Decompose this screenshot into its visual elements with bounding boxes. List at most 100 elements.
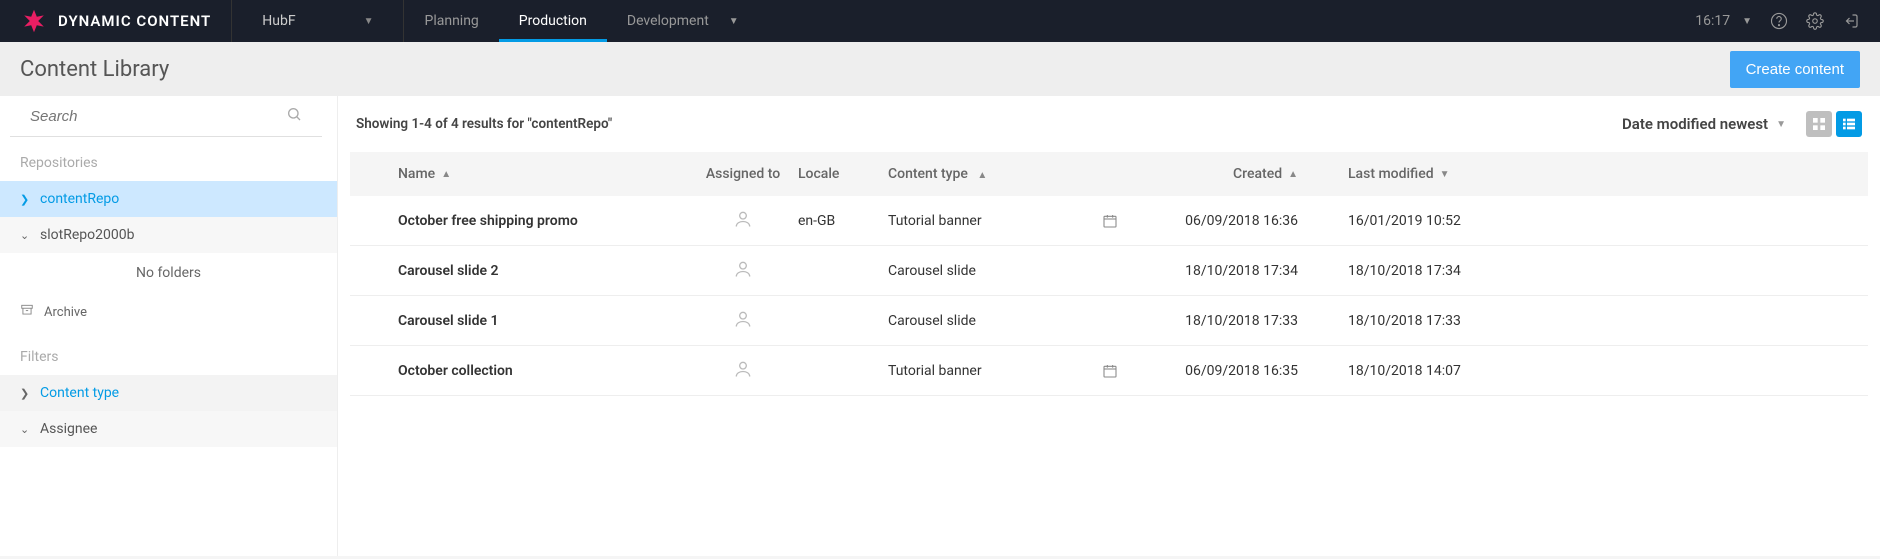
- chevron-down-icon: ▼: [1742, 16, 1752, 27]
- filter-label: Content type: [40, 385, 119, 401]
- col-label: Content type: [888, 166, 968, 182]
- sort-down-icon: ▼: [1440, 169, 1450, 180]
- page-title: Content Library: [20, 57, 169, 82]
- col-header-assigned[interactable]: Assigned to: [688, 166, 798, 182]
- sub-header: Content Library Create content: [0, 42, 1880, 96]
- chevron-down-icon: ▼: [364, 16, 374, 27]
- filter-item-content-type[interactable]: ❯ Content type: [0, 375, 337, 411]
- sidebar: Repositories ❯ contentRepo ⌄ slotRepo200…: [0, 96, 338, 556]
- sidebar-item-slotrepo[interactable]: ⌄ slotRepo2000b: [0, 217, 337, 253]
- row-modified: 18/10/2018 17:34: [1348, 263, 1508, 279]
- clock-value: 16:17: [1695, 13, 1730, 29]
- row-type-cell: Carousel slide: [888, 313, 1138, 329]
- list-view-button[interactable]: [1836, 111, 1862, 137]
- col-label: Assigned to: [706, 166, 780, 182]
- table-row[interactable]: October free shipping promo en-GB Tutori…: [350, 196, 1868, 246]
- row-type: Tutorial banner: [888, 363, 982, 379]
- table-row[interactable]: October collection Tutorial banner 06/09…: [350, 346, 1868, 396]
- tab-production-label: Production: [519, 13, 587, 29]
- repo-label: contentRepo: [40, 191, 119, 207]
- row-type: Carousel slide: [888, 313, 976, 329]
- search-box: [10, 96, 322, 137]
- create-content-button[interactable]: Create content: [1730, 51, 1860, 88]
- col-header-locale[interactable]: Locale: [798, 166, 888, 182]
- row-created: 18/10/2018 17:33: [1138, 313, 1298, 329]
- row-assigned: [688, 259, 798, 283]
- table-row[interactable]: Carousel slide 2 Carousel slide 18/10/20…: [350, 246, 1868, 296]
- hub-selector[interactable]: HubF ▼: [232, 0, 404, 42]
- tab-planning[interactable]: Planning: [404, 0, 498, 42]
- sort-label: Date modified newest: [1622, 115, 1768, 133]
- content-area: Showing 1-4 of 4 results for "contentRep…: [338, 96, 1880, 556]
- view-toggle: [1806, 111, 1862, 137]
- top-nav: DYNAMIC CONTENT HubF ▼ Planning Producti…: [0, 0, 1880, 42]
- help-icon[interactable]: [1770, 12, 1788, 30]
- col-label: Last modified: [1348, 166, 1434, 182]
- grid-view-button[interactable]: [1806, 111, 1832, 137]
- row-type-cell: Carousel slide: [888, 263, 1138, 279]
- sort-up-icon: ▲: [1288, 169, 1298, 180]
- filter-item-assignee[interactable]: ⌄ Assignee: [0, 411, 337, 447]
- sort-up-icon: ▲: [441, 169, 451, 180]
- row-assigned: [688, 309, 798, 333]
- search-input[interactable]: [30, 108, 286, 125]
- tab-development-label: Development: [627, 13, 709, 29]
- filters-label: Filters: [0, 331, 337, 375]
- logout-icon[interactable]: [1842, 12, 1860, 30]
- filter-label: Assignee: [40, 421, 97, 437]
- col-header-name[interactable]: Name ▲: [398, 166, 688, 182]
- col-header-created[interactable]: Created ▲: [1138, 166, 1298, 182]
- row-type: Carousel slide: [888, 263, 976, 279]
- nav-tabs: Planning Production Development ▼: [404, 0, 758, 42]
- row-assigned: [688, 359, 798, 383]
- sort-dropdown[interactable]: Date modified newest ▼: [1622, 115, 1786, 133]
- time-selector[interactable]: 16:17 ▼: [1695, 13, 1752, 29]
- row-created: 18/10/2018 17:34: [1138, 263, 1298, 279]
- col-label: Created: [1233, 166, 1282, 182]
- brand-area[interactable]: DYNAMIC CONTENT: [20, 0, 232, 42]
- tab-development[interactable]: Development ▼: [607, 0, 759, 42]
- no-folders-text: No folders: [0, 253, 337, 293]
- topnav-right: 16:17 ▼: [1695, 12, 1860, 30]
- table-row[interactable]: Carousel slide 1 Carousel slide 18/10/20…: [350, 296, 1868, 346]
- row-created: 06/09/2018 16:36: [1138, 213, 1298, 229]
- logo-icon: [20, 7, 48, 35]
- chevron-down-icon: ▼: [1776, 119, 1786, 130]
- row-created: 06/09/2018 16:35: [1138, 363, 1298, 379]
- gear-icon[interactable]: [1806, 12, 1824, 30]
- col-header-type[interactable]: Content type ▲: [888, 166, 1138, 182]
- row-type: Tutorial banner: [888, 213, 982, 229]
- col-label: Locale: [798, 166, 839, 182]
- chevron-right-icon: ❯: [20, 387, 32, 400]
- archive-icon: [20, 303, 34, 321]
- row-modified: 16/01/2019 10:52: [1348, 213, 1508, 229]
- person-icon: [733, 309, 753, 333]
- sort-up-icon: ▲: [977, 170, 987, 181]
- results-text: Showing 1-4 of 4 results for "contentRep…: [356, 116, 612, 132]
- brand-text: DYNAMIC CONTENT: [58, 12, 211, 30]
- calendar-icon: [1102, 213, 1118, 229]
- row-modified: 18/10/2018 14:07: [1348, 363, 1508, 379]
- row-type-cell: Tutorial banner: [888, 213, 1138, 229]
- chevron-down-icon: ⌄: [20, 229, 32, 242]
- repositories-label: Repositories: [0, 137, 337, 181]
- row-locale: en-GB: [798, 213, 888, 229]
- repo-label: slotRepo2000b: [40, 227, 134, 243]
- chevron-down-icon: ▼: [729, 16, 739, 27]
- chevron-right-icon: ❯: [20, 193, 32, 206]
- main-area: Repositories ❯ contentRepo ⌄ slotRepo200…: [0, 96, 1880, 556]
- sidebar-item-contentrepo[interactable]: ❯ contentRepo: [0, 181, 337, 217]
- row-name: October collection: [398, 363, 688, 379]
- person-icon: [733, 359, 753, 383]
- row-name: Carousel slide 2: [398, 263, 688, 279]
- person-icon: [733, 209, 753, 233]
- calendar-icon: [1102, 363, 1118, 379]
- col-header-modified[interactable]: Last modified ▼: [1348, 166, 1508, 182]
- row-type-cell: Tutorial banner: [888, 363, 1138, 379]
- tab-production[interactable]: Production: [499, 0, 607, 42]
- hub-name: HubF: [262, 13, 295, 29]
- archive-label: Archive: [44, 305, 87, 320]
- person-icon: [733, 259, 753, 283]
- archive-link[interactable]: Archive: [0, 293, 337, 331]
- search-icon[interactable]: [286, 106, 302, 126]
